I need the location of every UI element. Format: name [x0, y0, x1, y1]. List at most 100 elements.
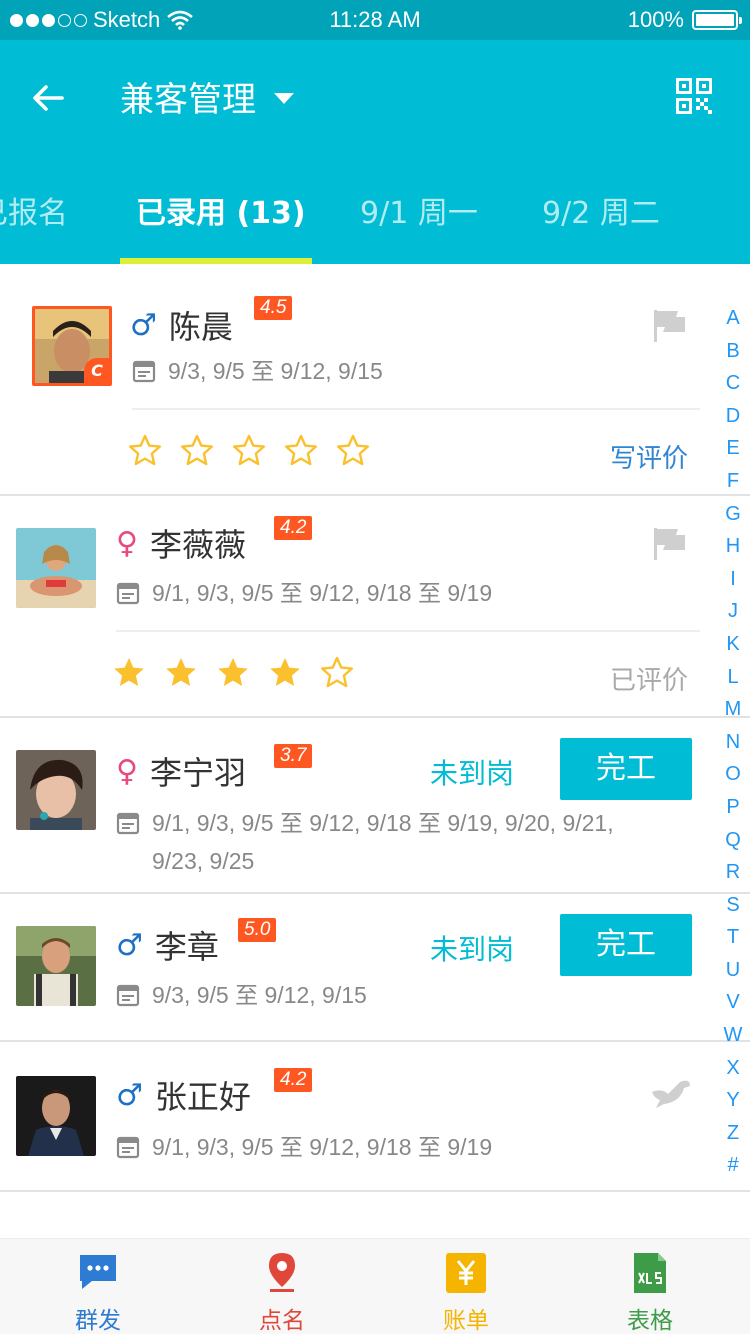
- tab-date-9-1[interactable]: 9/1 周一: [360, 188, 478, 264]
- work-dates: 9/1, 9/3, 9/5 至 9/12, 9/18 至 9/19: [152, 580, 493, 606]
- worker-name: 李章: [154, 928, 219, 966]
- chevron-down-icon: [274, 93, 294, 104]
- index-letter[interactable]: S: [718, 889, 748, 922]
- finish-work-button[interactable]: 完工: [560, 914, 692, 976]
- index-letter[interactable]: J: [718, 595, 748, 628]
- page-title: 兼客管理: [120, 80, 256, 120]
- index-letter[interactable]: I: [718, 563, 748, 596]
- star-empty-icon[interactable]: [336, 434, 370, 468]
- index-letter[interactable]: K: [718, 628, 748, 661]
- work-dates-cont: 9/23, 9/25: [152, 848, 255, 874]
- male-icon: ♂: [130, 307, 157, 343]
- location-pin-icon: [269, 1253, 295, 1292]
- battery-icon: [692, 10, 742, 30]
- star-empty-icon[interactable]: [284, 434, 318, 468]
- index-letter[interactable]: T: [718, 921, 748, 954]
- score-badge: 5.0: [238, 918, 277, 942]
- list-item[interactable]: ♂ 李章 5.0 未到岗 完工 9/3, 9/5 至 9/12, 9/15: [0, 894, 750, 1042]
- avatar: [16, 750, 96, 830]
- work-dates: 9/3, 9/5 至 9/12, 9/15: [168, 358, 383, 384]
- dove-icon[interactable]: [650, 1074, 692, 1110]
- index-letter[interactable]: Z: [718, 1117, 748, 1150]
- work-dates: 9/1, 9/3, 9/5 至 9/12, 9/18 至 9/19, 9/20,…: [152, 810, 614, 836]
- worker-name: 陈晨: [168, 308, 233, 346]
- certified-badge: C: [84, 358, 109, 383]
- worker-name: 张正好: [154, 1078, 251, 1116]
- score-badge: 4.2: [274, 516, 313, 540]
- back-arrow-icon[interactable]: [28, 78, 68, 118]
- nav-rollcall-label: 点名: [259, 1308, 305, 1334]
- qr-code-icon[interactable]: [676, 78, 712, 114]
- index-letter[interactable]: N: [718, 726, 748, 759]
- nav-spreadsheet[interactable]: 表格: [556, 1239, 744, 1334]
- nav-bill[interactable]: 账单: [372, 1239, 560, 1334]
- index-letter[interactable]: G: [718, 498, 748, 531]
- list-item[interactable]: ♀ 李宁羽 3.7 未到岗 完工 9/1, 9/3, 9/5 至 9/12, 9…: [0, 718, 750, 894]
- star-filled-icon: [166, 658, 196, 686]
- calendar-icon: [132, 360, 156, 383]
- score-badge: 3.7: [274, 744, 313, 768]
- index-letter[interactable]: E: [718, 432, 748, 465]
- nav-broadcast-label: 群发: [75, 1308, 121, 1334]
- female-icon: ♀: [116, 525, 138, 561]
- title-dropdown[interactable]: 兼客管理: [120, 72, 294, 121]
- avatar: C: [32, 306, 112, 386]
- index-letter[interactable]: O: [718, 758, 748, 791]
- index-letter[interactable]: U: [718, 954, 748, 987]
- index-letter[interactable]: W: [718, 1019, 748, 1052]
- index-letter[interactable]: V: [718, 986, 748, 1019]
- tab-registered[interactable]: 已报名: [0, 188, 68, 264]
- message-icon: [80, 1255, 116, 1289]
- index-letter[interactable]: M: [718, 693, 748, 726]
- list-item[interactable]: ♂ 张正好 4.2 9/1, 9/3, 9/5 至 9/12, 9/18 至 9…: [0, 1042, 750, 1192]
- worker-name: 李宁羽: [149, 754, 246, 792]
- index-letter[interactable]: P: [718, 791, 748, 824]
- worker-name: 李薇薇: [149, 526, 246, 564]
- index-letter[interactable]: B: [718, 335, 748, 368]
- star-empty-icon: [321, 656, 353, 688]
- tab-date-9-2[interactable]: 9/2 周二: [542, 188, 660, 264]
- list-item[interactable]: C ♂ 陈晨 4.5 9/3, 9/5 至 9/12, 9/15 写评价: [0, 264, 750, 496]
- star-empty-icon[interactable]: [128, 434, 162, 468]
- work-dates: 9/3, 9/5 至 9/12, 9/15: [152, 982, 367, 1008]
- calendar-icon: [116, 812, 140, 835]
- nav-bill-label: 账单: [443, 1308, 489, 1334]
- avatar: [16, 1076, 96, 1156]
- nav-broadcast[interactable]: 群发: [4, 1239, 192, 1334]
- index-letter[interactable]: H: [718, 530, 748, 563]
- index-letter[interactable]: Y: [718, 1084, 748, 1117]
- star-filled-icon: [270, 658, 300, 686]
- alphabet-index[interactable]: A B C D E F G H I J K L M N O P Q R S T U V W X Y Z #: [718, 302, 748, 1182]
- list-item[interactable]: ♀ 李薇薇 4.2 9/1, 9/3, 9/5 至 9/12, 9/18 至 9…: [0, 496, 750, 718]
- battery-percent: 100%: [627, 7, 684, 32]
- index-letter[interactable]: Q: [718, 824, 748, 857]
- index-letter[interactable]: F: [718, 465, 748, 498]
- index-letter[interactable]: C: [718, 367, 748, 400]
- xls-icon: [634, 1253, 666, 1293]
- nav-rollcall[interactable]: 点名: [188, 1239, 376, 1334]
- rating-stars: [112, 656, 354, 690]
- absent-status: 未到岗: [430, 933, 515, 966]
- tab-bar: 已报名 已录用 (13) 9/1 周一 9/2 周二: [0, 180, 750, 264]
- calendar-icon: [116, 984, 140, 1007]
- index-letter[interactable]: L: [718, 661, 748, 694]
- tab-hired[interactable]: 已录用 (13): [136, 188, 306, 264]
- star-empty-icon[interactable]: [180, 434, 214, 468]
- status-bar: Sketch 11:28 AM 100%: [0, 0, 750, 40]
- finish-work-button[interactable]: 完工: [560, 738, 692, 800]
- index-letter[interactable]: A: [718, 302, 748, 335]
- app-header: 兼客管理 已报名 已录用 (13) 9/1 周一 9/2 周二: [0, 40, 750, 264]
- index-letter[interactable]: X: [718, 1052, 748, 1085]
- star-empty-icon[interactable]: [232, 434, 266, 468]
- flag-icon[interactable]: [652, 308, 688, 344]
- rating-stars[interactable]: [128, 434, 370, 468]
- index-letter[interactable]: R: [718, 856, 748, 889]
- score-badge: 4.2: [274, 1068, 313, 1092]
- write-review-link[interactable]: 写评价: [610, 438, 688, 475]
- index-letter[interactable]: D: [718, 400, 748, 433]
- flag-icon[interactable]: [652, 526, 688, 562]
- index-letter[interactable]: #: [718, 1149, 748, 1182]
- male-icon: ♂: [116, 927, 143, 963]
- avatar: [16, 528, 96, 608]
- divider: [132, 408, 700, 410]
